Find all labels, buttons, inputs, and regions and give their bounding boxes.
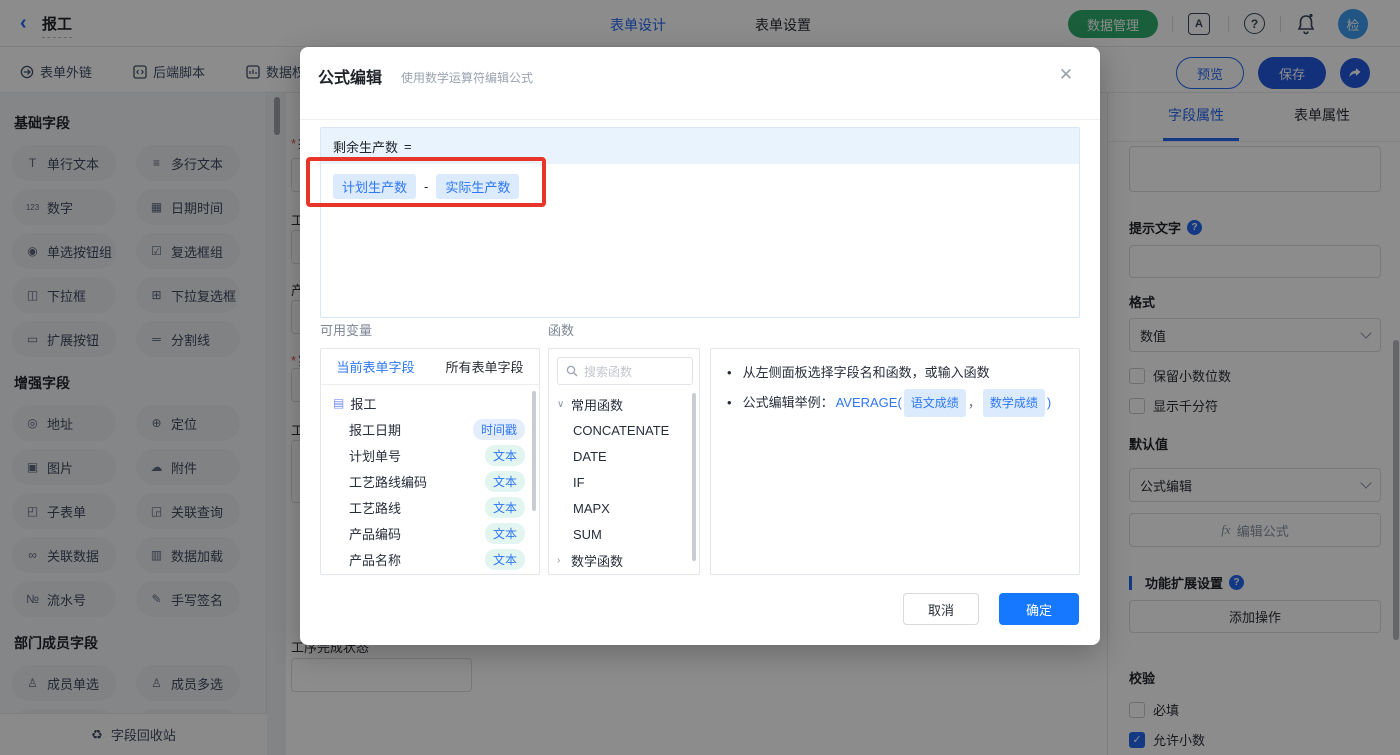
variable-type-badge: 文本: [484, 496, 525, 518]
variable-item[interactable]: 工艺路线编码 文本: [321, 468, 539, 494]
functions-label: 函数: [548, 323, 575, 338]
function-group[interactable]: ∨ 常用函数: [549, 391, 699, 417]
variables-label: 可用变量: [320, 323, 373, 338]
variables-panel: 当前表单字段 所有表单字段 ▤ 报工 报工日期 时间戳 计划单号 文本 工艺路线编码 文本 工艺…: [320, 348, 540, 575]
form-doc-icon: ▤: [333, 396, 345, 410]
function-item[interactable]: DATE: [549, 443, 699, 469]
chevron-down-icon: ∨: [557, 398, 565, 410]
confirm-button[interactable]: 确定: [999, 593, 1079, 625]
variable-name: 工艺路线编码: [349, 474, 428, 490]
form-designer-app: ‹ 报工 表单设计 表单设置 数据管理 A ? 检 表单外链 后端脚本 数据权限…: [0, 0, 1400, 755]
variable-item[interactable]: 计划单号 文本: [321, 442, 539, 468]
variable-item[interactable]: 产品名称 文本: [321, 546, 539, 572]
variable-tree-root[interactable]: ▤ 报工: [321, 390, 539, 416]
variable-item[interactable]: 工艺路线 文本: [321, 494, 539, 520]
formula-editor-dialog: 公式编辑 使用数学运算符编辑公式 ✕ 剩余生产数 = 计划生产数 - 实际生产数…: [300, 47, 1100, 645]
help-line-1: • 从左侧面板选择字段名和函数，或输入函数: [727, 365, 990, 380]
close-icon[interactable]: ✕: [1052, 61, 1080, 89]
functions-panel: 搜索函数 ∨常用函数CONCATENATEDATEIFMAPXSUM›数学函数›…: [548, 348, 700, 575]
help-line-2: • 公式编辑举例： AVERAGE( 语文成绩 ， 数学成绩 ): [727, 389, 1063, 417]
function-search-input[interactable]: 搜索函数: [557, 357, 693, 385]
variable-name: 报工日期: [349, 422, 402, 438]
divider: [300, 119, 1100, 120]
variable-type-badge: 文本: [484, 548, 525, 570]
variable-type-badge: 文本: [484, 470, 525, 492]
result-field-name: 剩余生产数: [333, 139, 399, 155]
example-chip: 数学成绩: [982, 389, 1045, 417]
search-placeholder: 搜索函数: [584, 364, 633, 379]
function-group[interactable]: ›文本函数: [549, 573, 699, 574]
function-item[interactable]: MAPX: [549, 495, 699, 521]
function-item[interactable]: CONCATENATE: [549, 417, 699, 443]
example-chip: 语文成绩: [903, 389, 966, 417]
annotation-highlight-box: [306, 157, 546, 207]
search-icon: [566, 365, 578, 377]
tab-all-form-fields[interactable]: 所有表单字段: [430, 357, 539, 376]
list-scrollbar[interactable]: [692, 393, 696, 561]
variable-name: 工艺路线: [349, 500, 402, 516]
variable-name: 产品名称: [349, 552, 402, 568]
variable-name: 产品编码: [349, 526, 402, 542]
variable-item[interactable]: 报工日期 时间戳: [321, 416, 539, 442]
function-item[interactable]: SUM: [549, 521, 699, 547]
variable-name: 计划单号: [349, 448, 402, 464]
variable-type-badge: 时间戳: [472, 418, 525, 440]
chevron-right-icon: ›: [557, 554, 561, 566]
dialog-title: 公式编辑: [318, 70, 383, 87]
variable-type-badge: 文本: [484, 522, 525, 544]
formula-editor-area[interactable]: 剩余生产数 = 计划生产数 - 实际生产数: [320, 127, 1080, 318]
tab-current-form-fields[interactable]: 当前表单字段: [321, 357, 430, 376]
variables-list: ▤ 报工 报工日期 时间戳 计划单号 文本 工艺路线编码 文本 工艺路线 文本 产品编码 文本 产品名称…: [321, 385, 539, 572]
cancel-button[interactable]: 取消: [903, 593, 979, 625]
equals-sign: =: [404, 138, 412, 154]
function-group[interactable]: › 数学函数: [549, 547, 699, 573]
variable-item[interactable]: 产品编码 文本: [321, 520, 539, 546]
function-item[interactable]: IF: [549, 469, 699, 495]
formula-help-panel: • 从左侧面板选择字段名和函数，或输入函数 • 公式编辑举例： AVERAGE( …: [710, 348, 1080, 575]
dialog-subtitle: 使用数学运算符编辑公式: [401, 71, 534, 85]
variables-tabs: 当前表单字段 所有表单字段: [321, 349, 539, 385]
variable-type-badge: 文本: [484, 444, 525, 466]
list-scrollbar[interactable]: [532, 391, 536, 511]
